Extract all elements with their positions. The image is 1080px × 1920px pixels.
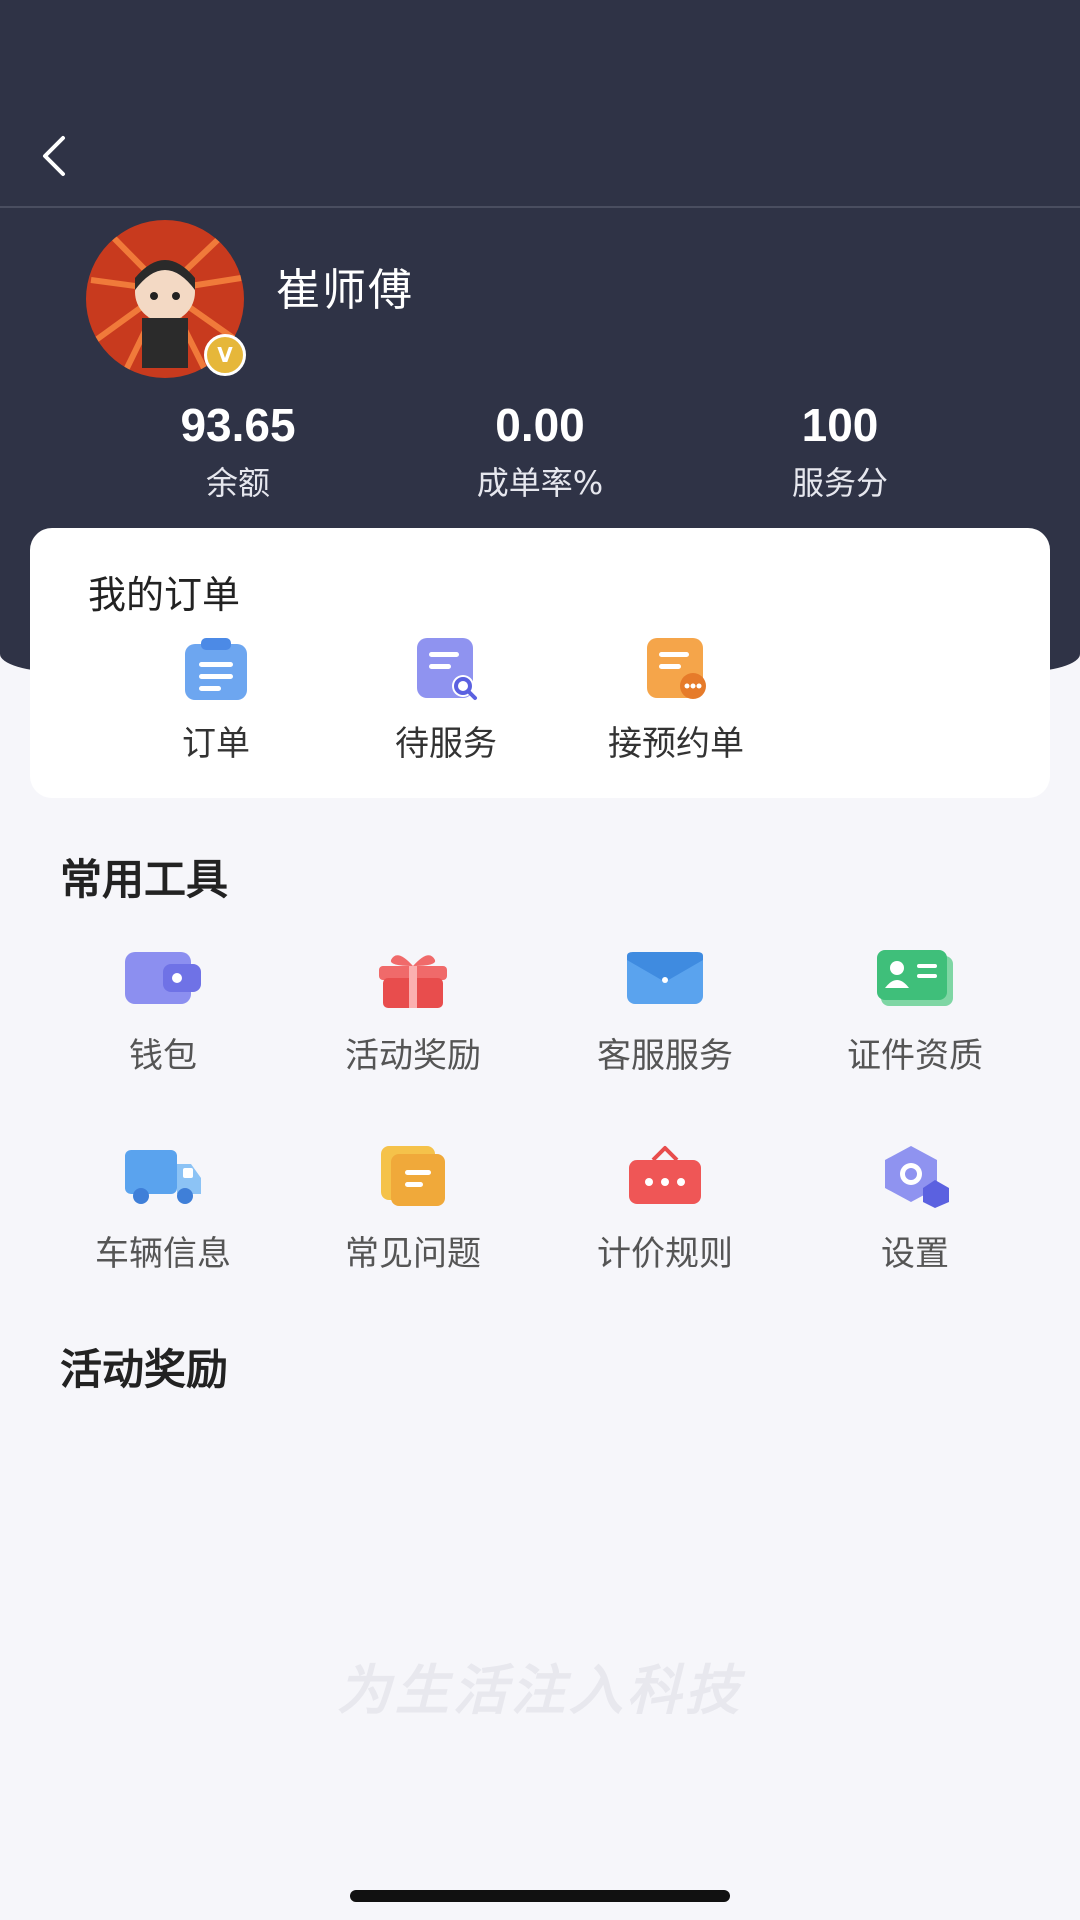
tool-label: 活动奖励 — [345, 1036, 481, 1076]
tool-wallet[interactable]: 钱包 — [38, 946, 288, 1077]
avatar[interactable]: V — [86, 220, 246, 378]
user-name: 崔师傅 — [276, 265, 414, 316]
order-item-label: 待服务 — [395, 724, 497, 764]
tool-settings[interactable]: 设置 — [790, 1144, 1040, 1275]
tool-faq[interactable]: 常见问题 — [288, 1144, 538, 1275]
stat-label: 成单率% — [476, 464, 604, 502]
header-divider — [0, 206, 1080, 208]
order-item-pending-service[interactable]: 待服务 — [336, 634, 556, 765]
gift-icon — [373, 946, 453, 1010]
orders-title: 我的订单 — [88, 573, 241, 617]
tool-certificates[interactable]: 证件资质 — [790, 946, 1040, 1077]
activity-title: 活动奖励 — [60, 1345, 229, 1394]
order-item-label: 接预约单 — [608, 724, 744, 764]
tool-pricing-rules[interactable]: 计价规则 — [540, 1144, 790, 1275]
orders-card: 我的订单 订单 待服务 接预约单 — [30, 528, 1050, 798]
stat-value: 100 — [801, 399, 879, 451]
pricing-icon — [625, 1144, 705, 1208]
back-button[interactable] — [30, 130, 78, 186]
stat-label: 服务分 — [791, 464, 888, 502]
pending-service-icon — [411, 634, 481, 704]
brand-watermark: 为生活注入科技 — [337, 1658, 743, 1722]
order-item-label: 订单 — [182, 724, 250, 764]
tool-customer-service[interactable]: 客服服务 — [540, 946, 790, 1077]
stat-balance[interactable]: 93.65 余额 — [88, 398, 388, 504]
stat-completion-rate[interactable]: 0.00 成单率% — [390, 398, 690, 504]
mail-icon — [625, 946, 705, 1010]
tool-label: 设置 — [881, 1234, 949, 1274]
tool-activity-rewards[interactable]: 活动奖励 — [288, 946, 538, 1077]
tool-label: 客服服务 — [597, 1036, 733, 1076]
verified-mark: V — [217, 343, 233, 367]
tool-label: 车辆信息 — [95, 1234, 231, 1274]
order-item-orders[interactable]: 订单 — [106, 634, 326, 765]
tool-vehicle-info[interactable]: 车辆信息 — [38, 1144, 288, 1275]
tool-label: 常见问题 — [345, 1234, 481, 1274]
stat-service-score[interactable]: 100 服务分 — [690, 398, 990, 504]
stat-value: 93.65 — [180, 399, 296, 451]
verified-badge: V — [204, 334, 246, 376]
tool-label: 钱包 — [129, 1036, 197, 1076]
stat-value: 0.00 — [495, 399, 585, 451]
tool-label: 证件资质 — [847, 1036, 983, 1076]
chevron-left-icon — [39, 134, 69, 182]
reservation-icon — [641, 634, 711, 704]
wallet-icon — [123, 946, 203, 1010]
truck-icon — [123, 1144, 203, 1208]
order-item-reservation[interactable]: 接预约单 — [566, 634, 786, 765]
settings-icon — [875, 1144, 955, 1208]
tools-title: 常用工具 — [60, 855, 229, 904]
id-card-icon — [875, 946, 955, 1010]
home-indicator[interactable] — [350, 1890, 730, 1902]
order-icon — [181, 634, 251, 704]
stat-label: 余额 — [205, 464, 270, 502]
faq-icon — [373, 1144, 453, 1208]
tool-label: 计价规则 — [597, 1234, 733, 1274]
